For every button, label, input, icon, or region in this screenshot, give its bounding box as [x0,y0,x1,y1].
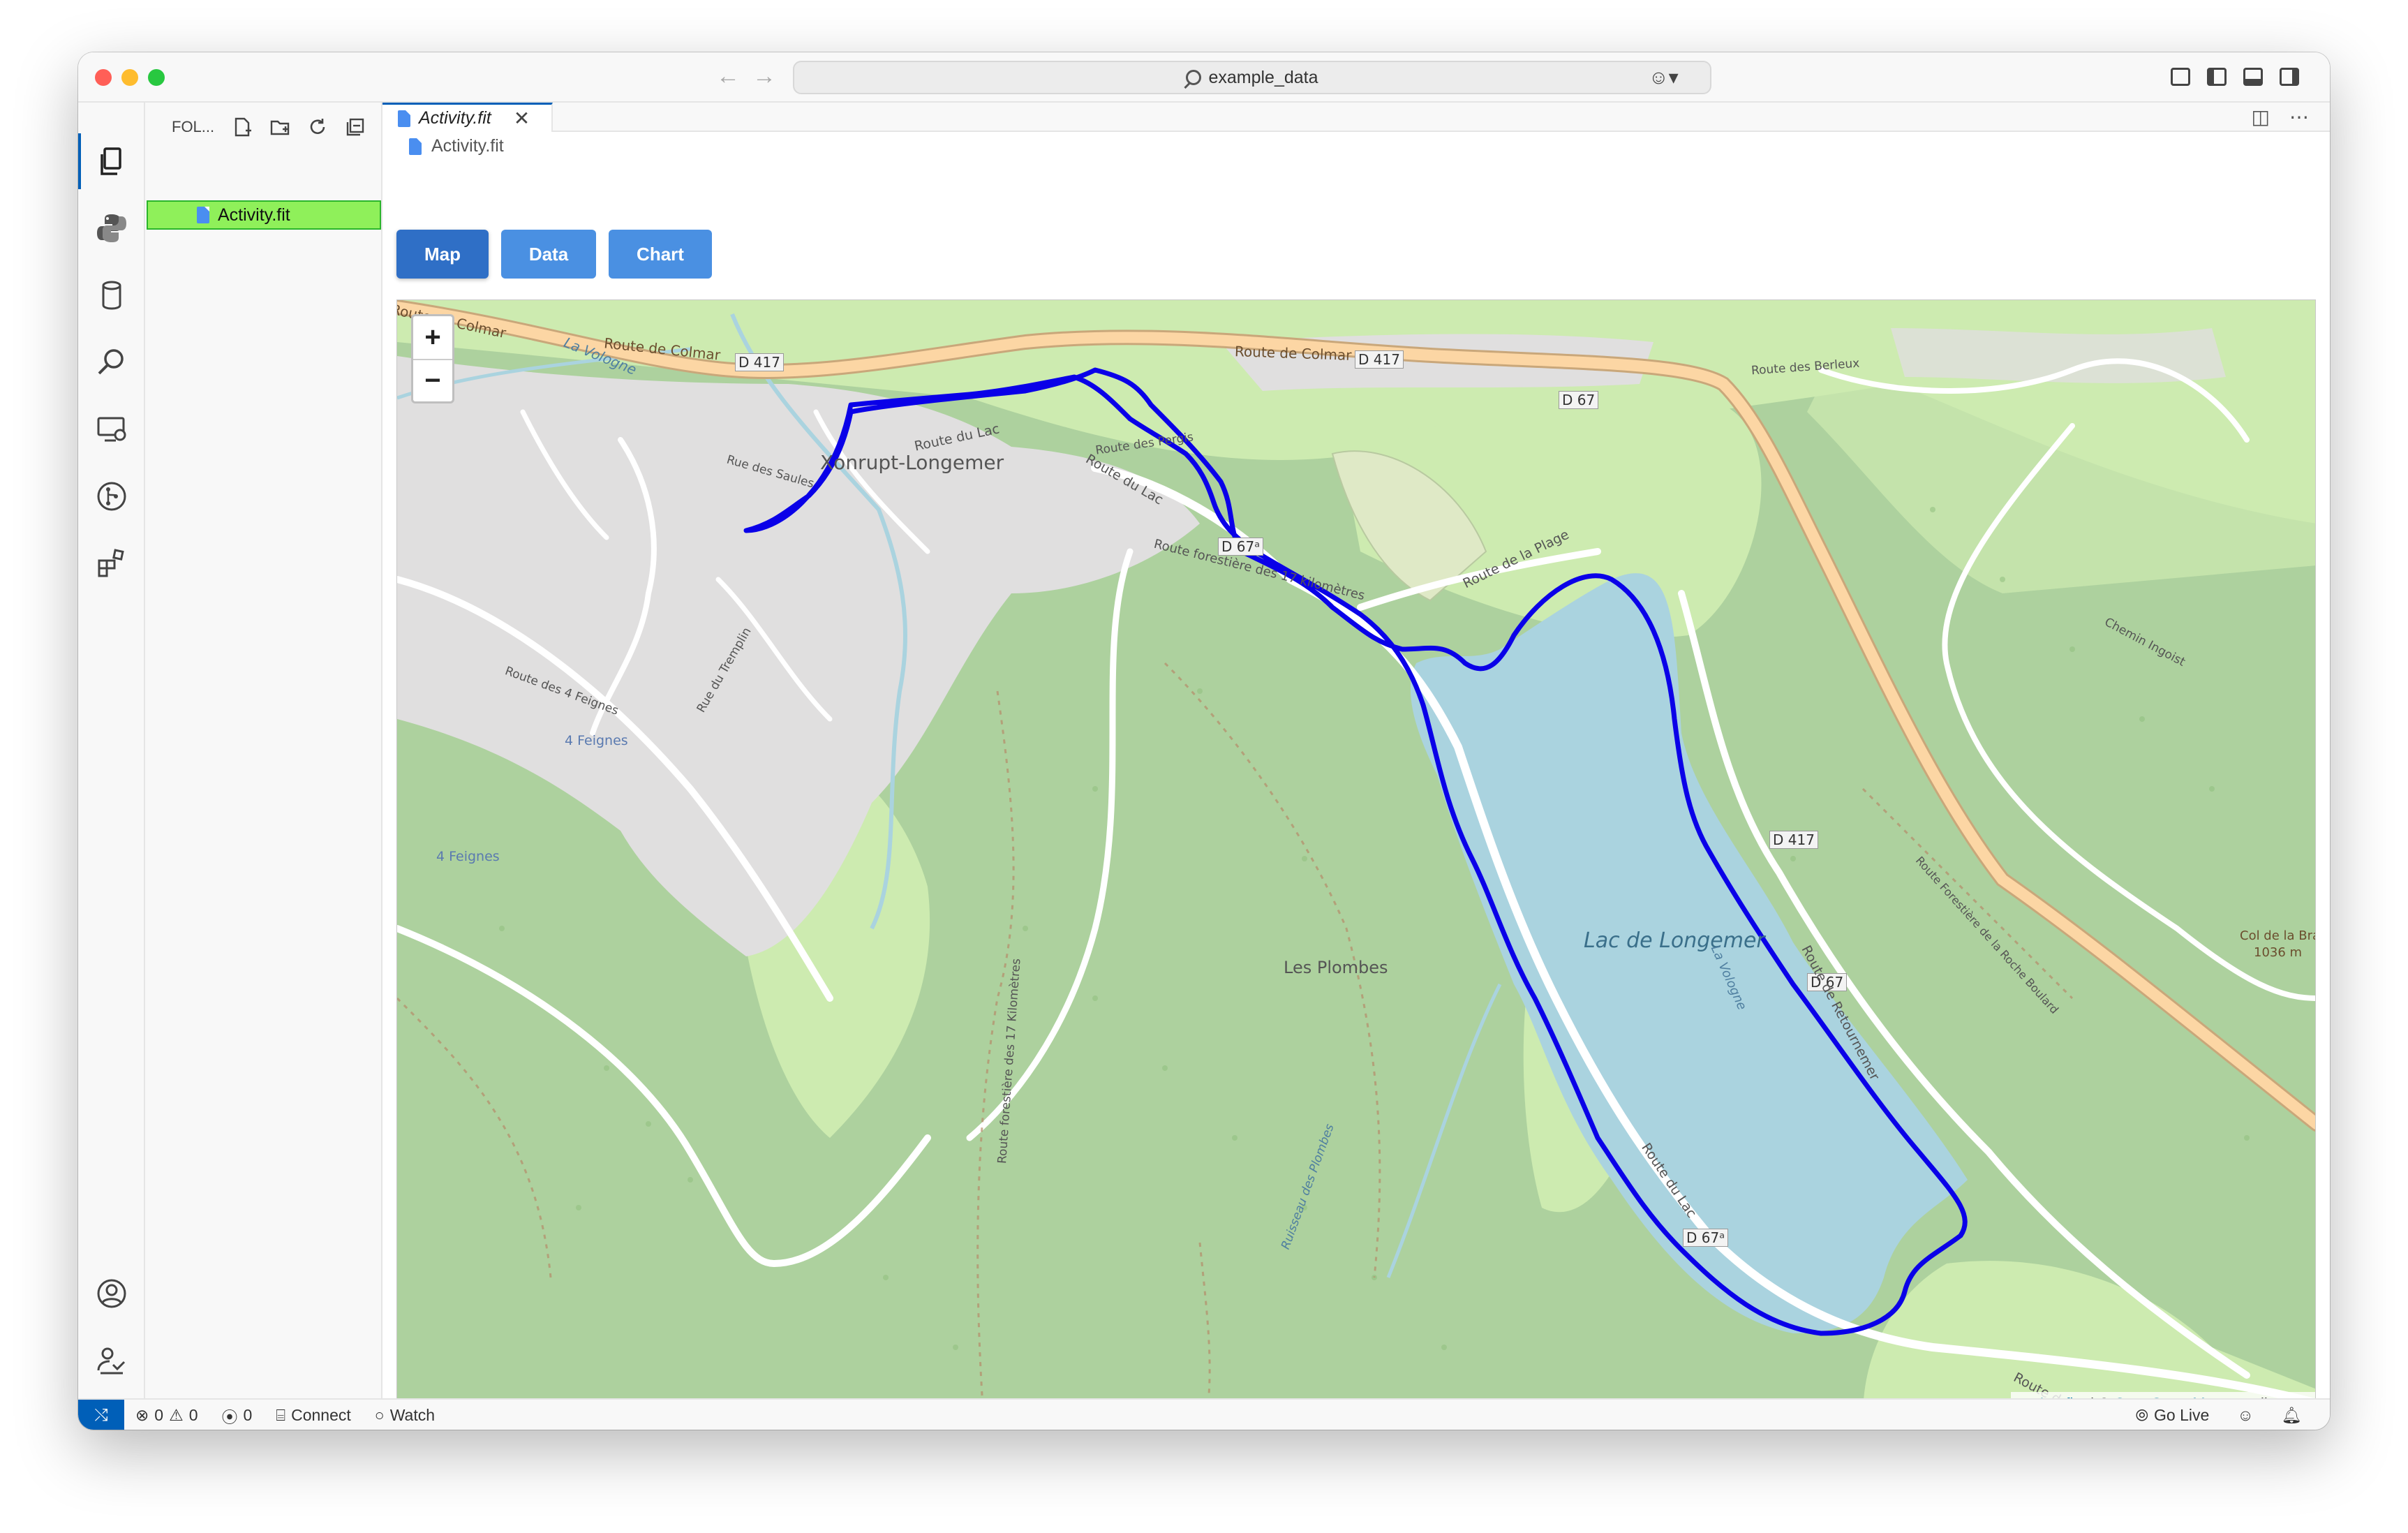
map-label-d67a-north: D 67ᵃ [1218,538,1264,556]
map-view[interactable]: Lac de Longemer Xonrupt-Longemer Les Plo… [396,299,2316,1416]
title-bar: ← → example_data ☺▾ [78,52,2330,103]
refresh-icon[interactable] [306,115,329,139]
accounts-icon[interactable] [78,1266,145,1321]
command-center[interactable]: example_data [793,61,1711,94]
map-tiles [397,300,2315,1416]
map-label-d67-north: D 67 [1559,391,1599,409]
go-live-label: Go Live [2154,1406,2210,1424]
circle-icon: ○ [374,1406,385,1424]
view-tabs: Map Data Chart [396,230,712,279]
zoom-out-button[interactable]: − [413,359,452,401]
customize-layout-icon[interactable] [2171,68,2190,86]
explorer-header: FOL... [145,103,381,151]
watch-button[interactable]: ○ Watch [375,1406,435,1425]
copilot-icon[interactable]: ☺▾ [1649,65,1679,90]
file-icon [409,138,422,155]
copilot-status-icon[interactable]: ☺ [2237,1406,2253,1425]
map-label-lake: Lac de Longemer [1584,928,1765,953]
connect-button[interactable]: ⌸ Connect [276,1406,350,1425]
forward-arrow-icon[interactable]: → [752,62,776,90]
ports-count: 0 [243,1406,253,1424]
broadcast-icon: ⦾ [2135,1406,2149,1424]
map-label-village: Xonrupt-Longemer [820,451,1004,474]
tab-map[interactable]: Map [396,230,489,279]
collapse-all-icon[interactable] [343,115,367,139]
minimize-window-button[interactable] [121,69,138,86]
window-title: example_data [1208,67,1318,87]
split-editor-icon[interactable]: ◫ [2252,105,2270,128]
zoom-control: + − [411,314,454,403]
manage-gear-icon[interactable] [78,1333,145,1388]
map-label-feignes-2: 4 Feignes [436,849,500,864]
close-tab-icon[interactable]: ✕ [514,107,530,130]
database-icon[interactable] [78,267,145,323]
remote-explorer-icon[interactable] [78,401,145,457]
map-label-d417-north: D 417 [1355,350,1404,369]
file-icon [398,110,410,127]
explorer-icon[interactable] [78,133,145,189]
status-bar: ⤭ ⊗ 0 ⚠ 0 ⦿ 0 ⌸ Connect ○ Watch ⦾ Go Liv… [78,1398,2330,1430]
error-icon: ⊗ [135,1406,149,1424]
editor-area: Activity.fit ✕ ◫ ⋯ Activity.fit Map Data… [382,103,2330,1416]
close-window-button[interactable] [95,69,112,86]
tab-bar: Activity.fit ✕ ◫ ⋯ [382,103,2330,132]
map-label-d67a-south: D 67ᵃ [1683,1229,1729,1247]
new-file-icon[interactable] [230,115,254,139]
map-label-feignes-1: 4 Feignes [565,733,628,748]
map-label-col: Col de la Brande [2240,928,2315,943]
toggle-primary-sidebar-icon[interactable] [2207,68,2227,86]
breadcrumb-file[interactable]: Activity.fit [431,136,504,156]
tab-chart[interactable]: Chart [609,230,712,279]
file-item-label: Activity.fit [218,205,290,225]
app-window: ← → example_data ☺▾ FOL... Activity.fit … [78,52,2330,1430]
zoom-in-button[interactable]: + [413,316,452,359]
explorer-folder-title[interactable]: FOL... [172,118,216,136]
toggle-secondary-sidebar-icon[interactable] [2280,68,2299,86]
map-label-les-plombes: Les Plombes [1284,958,1388,977]
search-icon [1186,70,1202,85]
ports-indicator[interactable]: ⦿ 0 [222,1404,253,1428]
tab-activity-fit[interactable]: Activity.fit ✕ [382,103,553,132]
map-label-col-altitude: 1036 m [2254,945,2303,960]
source-control-icon[interactable] [78,468,145,524]
more-actions-icon[interactable]: ⋯ [2289,105,2309,128]
python-icon[interactable] [78,200,145,256]
tab-label: Activity.fit [419,108,491,128]
tab-data[interactable]: Data [501,230,596,279]
file-item-activity-fit[interactable]: Activity.fit [147,200,381,230]
map-label-d417-west: D 417 [735,353,784,371]
maximize-window-button[interactable] [148,69,165,86]
antenna-icon: ⦿ [221,1407,238,1426]
remote-indicator-icon[interactable]: ⤭ [78,1400,124,1430]
problems-indicator[interactable]: ⊗ 0 ⚠ 0 [135,1406,198,1425]
database-small-icon: ⌸ [276,1406,286,1424]
map-label-d417-east: D 417 [1769,831,1818,849]
warning-icon: ⚠ [169,1406,184,1424]
watch-label: Watch [389,1406,436,1424]
activity-bar [78,103,145,1398]
explorer-sidebar: FOL... Activity.fit [145,103,382,1398]
go-live-button[interactable]: ⦾ Go Live [2136,1406,2210,1425]
notifications-bell-icon[interactable]: 🔔︎ [2282,1406,2302,1425]
file-icon [197,207,209,223]
error-count: 0 [154,1406,164,1424]
back-arrow-icon[interactable]: ← [716,62,740,90]
toggle-panel-icon[interactable] [2243,68,2263,86]
search-sidebar-icon[interactable] [78,334,145,390]
breadcrumb: Activity.fit [409,136,504,156]
new-folder-icon[interactable] [268,115,292,139]
connect-label: Connect [291,1406,351,1424]
extensions-icon[interactable] [78,535,145,591]
warning-count: 0 [188,1406,198,1424]
